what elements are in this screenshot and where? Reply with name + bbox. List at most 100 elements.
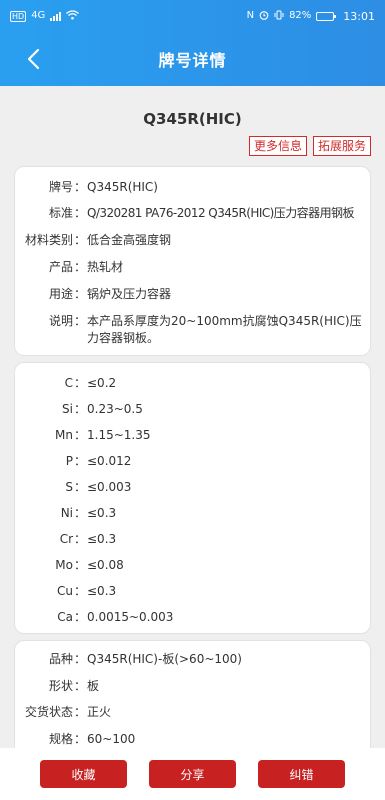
separator: ： [73, 584, 86, 598]
chem-row: Cu ： ≤0.3 [15, 583, 372, 600]
back-button[interactable] [18, 44, 48, 74]
element-label: Mo [55, 558, 73, 572]
element-label: Ni [60, 506, 73, 520]
separator: ： [73, 454, 86, 468]
more-info-button[interactable]: 更多信息 [248, 136, 307, 156]
separator: ： [73, 287, 86, 301]
element-value: ≤0.3 [87, 532, 117, 546]
separator: ： [73, 532, 86, 546]
info-label: 牌号 [48, 180, 73, 194]
product-label: 规格 [48, 732, 73, 746]
wifi-icon [66, 9, 80, 23]
separator: ： [73, 480, 86, 494]
link-buttons: 更多信息 拓展服务 [248, 136, 371, 156]
element-label: Si [62, 402, 73, 416]
info-row: 说明 ： 本产品系厚度为20~100mm抗腐蚀Q345R(HIC)压力容器钢板。 [15, 313, 372, 347]
info-label: 用途 [48, 287, 73, 301]
chevron-left-icon [27, 48, 40, 70]
separator: ： [73, 679, 86, 693]
separator: ： [73, 610, 86, 624]
chem-row: Mn ： 1.15~1.35 [15, 427, 372, 444]
grade-title: Q345R(HIC) [143, 110, 242, 128]
element-label: Cu [57, 584, 73, 598]
network-type: 4G [31, 10, 46, 21]
nfc-icon: N [246, 10, 255, 21]
info-card: 牌号 ： Q345R(HIC) 标准 ： Q/320281 PA76-2012 … [14, 166, 371, 356]
hd-badge: HD [10, 10, 27, 22]
separator: ： [73, 705, 86, 719]
product-row: 规格 ： 60~100 [15, 731, 370, 748]
separator: ： [73, 314, 86, 328]
info-label: 产品 [48, 260, 73, 274]
info-label: 材料类别 [24, 233, 73, 247]
chem-row: Ca ： 0.0015~0.003 [15, 609, 372, 626]
separator: ： [73, 558, 86, 572]
element-value: ≤0.08 [87, 558, 124, 572]
element-label: Ca [57, 610, 73, 624]
info-label: 说明 [48, 314, 73, 328]
info-value: 锅炉及压力容器 [87, 287, 172, 301]
info-value: 低合金高强度钢 [87, 233, 172, 247]
chem-row: Si ： 0.23~0.5 [15, 401, 372, 418]
separator: ： [73, 506, 86, 520]
share-button[interactable]: 分享 [149, 760, 236, 788]
element-value: ≤0.003 [87, 480, 132, 494]
separator: ： [73, 732, 86, 746]
product-row: 交货状态 ： 正火 [15, 704, 370, 721]
info-value: 本产品系厚度为20~100mm抗腐蚀Q345R(HIC)压力容器钢板。 [87, 314, 362, 345]
nav-title: 牌号详情 [158, 51, 227, 70]
favorite-button[interactable]: 收藏 [40, 760, 127, 788]
status-right: N 82% 13:01 [247, 10, 375, 23]
product-label: 形状 [48, 679, 73, 693]
element-value: ≤0.012 [87, 454, 132, 468]
info-value: 热轧材 [87, 260, 124, 274]
product-card: 品种 ： Q345R(HIC)-板(>60~100) 形状 ： 板 交货状态 ：… [14, 640, 371, 760]
product-label: 交货状态 [24, 705, 73, 719]
separator: ： [73, 260, 86, 274]
info-row: 产品 ： 热轧材 [15, 259, 372, 276]
status-bar: HD 4G N 82% 13:01 [0, 0, 385, 32]
info-row: 材料类别 ： 低合金高强度钢 [15, 232, 372, 249]
info-label: 标准 [48, 206, 73, 220]
element-value: 0.23~0.5 [87, 402, 143, 416]
separator: ： [73, 428, 86, 442]
product-value: 正火 [87, 705, 112, 719]
separator: ： [73, 206, 86, 220]
report-error-button[interactable]: 纠错 [258, 760, 345, 788]
element-label: P [65, 454, 73, 468]
extended-service-button[interactable]: 拓展服务 [312, 136, 371, 156]
separator: ： [73, 376, 86, 390]
alarm-icon [259, 10, 269, 23]
nav-bar: 牌号详情 [0, 32, 385, 86]
chem-row: Ni ： ≤0.3 [15, 505, 372, 522]
chem-row: P ： ≤0.012 [15, 453, 372, 470]
product-value: Q345R(HIC)-板(>60~100) [87, 652, 242, 666]
info-value: Q345R(HIC) [87, 180, 158, 194]
info-row: 用途 ： 锅炉及压力容器 [15, 286, 372, 303]
chemistry-card: C ： ≤0.2 Si ： 0.23~0.5 Mn ： 1.15~1.35 P … [14, 362, 371, 634]
element-value: ≤0.2 [87, 376, 117, 390]
chem-row: S ： ≤0.003 [15, 479, 372, 496]
element-label: S [65, 480, 73, 494]
signal-icon [50, 11, 62, 21]
chem-row: Cr ： ≤0.3 [15, 531, 372, 548]
bottom-action-bar: 收藏 分享 纠错 [0, 748, 385, 800]
element-label: Cr [59, 532, 73, 546]
element-label: C [64, 376, 73, 390]
product-value: 60~100 [87, 732, 136, 746]
info-row: 标准 ： Q/320281 PA76-2012 Q345R(HIC)压力容器用钢… [15, 205, 372, 222]
battery-icon [316, 11, 337, 21]
element-value: ≤0.3 [87, 506, 117, 520]
chem-row: Mo ： ≤0.08 [15, 557, 372, 574]
separator: ： [73, 180, 86, 194]
vibrate-icon [274, 10, 284, 23]
element-value: 1.15~1.35 [87, 428, 151, 442]
chem-row: C ： ≤0.2 [15, 375, 372, 392]
element-value: ≤0.3 [87, 584, 117, 598]
product-label: 品种 [48, 652, 73, 666]
info-value: Q/320281 PA76-2012 Q345R(HIC)压力容器用钢板 [87, 206, 354, 220]
element-label: Mn [55, 428, 73, 442]
separator: ： [73, 652, 86, 666]
info-row: 牌号 ： Q345R(HIC) [15, 179, 372, 196]
separator: ： [73, 233, 86, 247]
